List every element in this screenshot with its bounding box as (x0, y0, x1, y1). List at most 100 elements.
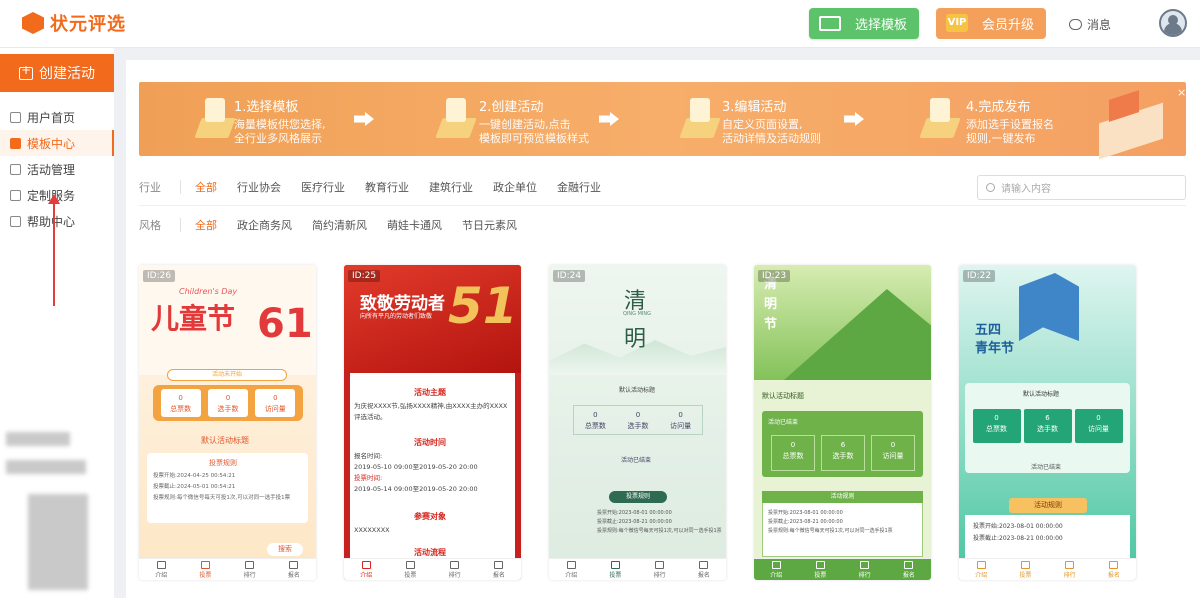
arrow-right-icon (354, 112, 374, 126)
template-card[interactable]: ID:26 Children's Day 儿童节 61 活动未开始 0 总票数 0… (139, 265, 316, 580)
step-desc: 添加选手设置报名 (966, 118, 1054, 131)
rules-text: 投票开始:2024-04-25 00:54:21 投票截止:2024-05-01… (153, 471, 307, 504)
step-2: 2.创建活动 一键创建活动,点击 模板即可预览模板样式 (479, 96, 589, 146)
sidebar-item-label: 模板中心 (27, 136, 76, 151)
select-template-step-icon (194, 92, 236, 142)
stat-label: 访问量 (670, 422, 692, 430)
tab-intro: 介绍 (975, 561, 987, 579)
filter-option[interactable]: 全部 (195, 179, 217, 195)
step-4: 4.完成发布 添加选手设置报名 规则,一键发布 (966, 96, 1054, 146)
folder-icon (10, 137, 21, 149)
vip-upgrade-button[interactable]: VIP 会员升级 (936, 8, 1046, 39)
select-template-label: 选择模板 (854, 18, 907, 33)
template-icon (819, 16, 841, 31)
rules-text: 投票开始:2023-08-01 00:00:00 投票截止:2023-08-21… (768, 509, 918, 536)
filter-option[interactable]: 行业协会 (237, 179, 281, 195)
template-card[interactable]: ID:25 致敬劳动者 向所有平凡的劳动者们致敬 51 活动主题 为庆祝XXXX… (344, 265, 521, 580)
section-title: 活动时间 (414, 438, 446, 447)
text-line: 2019-05-14 09:00至2019-05-20 20:00 (354, 485, 478, 493)
stat-value: 0 (1096, 414, 1101, 422)
text-line: 2019-05-10 09:00至2019-05-20 20:00 (354, 463, 478, 471)
filter-option[interactable]: 政企单位 (493, 179, 537, 195)
tab-signup: 报名 (288, 561, 300, 579)
stat-value: 0 (635, 411, 641, 419)
blurred-content (6, 432, 70, 446)
card-tabbar: 介绍 投票 排行 报名 (139, 558, 316, 580)
card-subtitle: Children's Day (179, 287, 238, 296)
step-desc: 海量模板供您选择, (234, 118, 326, 131)
step-title: 3.编辑活动 (722, 100, 787, 115)
rule-line: 投票开始:2023-08-01 00:00:00 (973, 523, 1063, 530)
tab-signup: 报名 (493, 561, 505, 579)
select-template-button[interactable]: 选择模板 (809, 8, 919, 39)
template-card[interactable]: ID:23 清 明 节 默认活动标题 活动已结束 0 总票数 6 选手数 0 访问量 … (754, 265, 931, 580)
card-pinyin: QING MING (623, 311, 652, 317)
step-desc: 一键创建活动,点击 (479, 118, 571, 131)
filter-label: 行业 (139, 180, 161, 194)
template-id: ID:24 (553, 270, 586, 282)
card-tabbar: 介绍 投票 排行 报名 (959, 558, 1136, 580)
rule-line: 投票截止:2023-08-21 00:00:00 (597, 519, 672, 525)
tab-vote: 投票 (1019, 561, 1031, 579)
avatar[interactable] (1159, 9, 1187, 37)
tab-intro: 介绍 (565, 561, 577, 579)
section-title: 活动主题 (414, 388, 446, 397)
rule-line: 投票规则:每个微信号每天可投1次,可以对同一选手投1票 (597, 528, 722, 534)
stat-value: 0 (994, 414, 999, 422)
message-icon (1069, 19, 1082, 30)
stat-label: 总票数 (986, 425, 1007, 433)
filter-option[interactable]: 节日元素风 (462, 217, 517, 233)
logo-icon (22, 12, 44, 34)
card-big-number: 61 (257, 301, 313, 347)
tab-vote: 投票 (199, 561, 211, 579)
filter-label: 风格 (139, 219, 161, 232)
filter-option[interactable]: 教育行业 (365, 179, 409, 195)
sidebar-item-home[interactable]: 用户首页 (0, 104, 114, 130)
card-title: 儿童节 (151, 302, 236, 335)
filter-option[interactable]: 建筑行业 (429, 179, 473, 195)
tab-intro: 介绍 (155, 561, 167, 579)
template-card[interactable]: ID:22 五四 青年节 默认活动标题 0 总票数 6 选手数 0 访问量 活动已结束… (959, 265, 1136, 580)
sidebar-item-help[interactable]: 帮助中心 (0, 208, 114, 234)
filter-option[interactable]: 简约清新风 (312, 217, 367, 233)
step-desc: 规则,一键发布 (966, 132, 1036, 145)
filter-option[interactable]: 政企商务风 (237, 217, 292, 233)
stat-value: 6 (1045, 414, 1050, 422)
rules-text: 投票开始:2023-08-01 00:00:00 投票截止:2023-08-21… (973, 521, 1123, 545)
sidebar-item-templates[interactable]: 模板中心 (0, 130, 114, 156)
rule-line: 投票开始:2023-08-01 00:00:00 (597, 510, 672, 516)
card-title: 明 (624, 327, 647, 352)
search-button[interactable]: 搜索 (267, 543, 303, 556)
steps-banner: × 1.选择模板 海量模板供您选择, 全行业多风格展示 2.创建活动 一键创建活… (139, 82, 1186, 160)
close-icon[interactable]: × (1177, 86, 1186, 99)
section-text: 为庆祝XXXX节,弘扬XXXX精神,由XXXX主办的XXXX评选活动。 (354, 402, 508, 421)
stats-panel: 0 总票数 6 选手数 0 访问量 (768, 435, 918, 471)
messages-link[interactable]: 消息 (1069, 16, 1111, 33)
tab-signup: 报名 (1108, 561, 1120, 579)
template-id: ID:22 (963, 270, 996, 282)
template-card[interactable]: ID:24 清 QING MING 明 默认活动标题 0 总票数 0 选手数 0 访问… (549, 265, 726, 580)
card-tabbar: 介绍 投票 排行 报名 (549, 558, 726, 580)
plus-icon (19, 63, 33, 80)
sidebar-item-label: 用户首页 (27, 110, 76, 125)
filter-option[interactable]: 医疗行业 (301, 179, 345, 195)
sidebar-item-activities[interactable]: 活动管理 (0, 156, 114, 182)
activity-title: 默认活动标题 (762, 392, 804, 400)
stat-label: 选手数 (832, 452, 854, 460)
create-activity-button[interactable]: 创建活动 (0, 54, 114, 92)
search-input[interactable]: 请输入内容 (977, 175, 1186, 200)
step-desc: 全行业多风格展示 (234, 132, 322, 145)
rules-title: 活动规则 (762, 491, 923, 503)
filter-option[interactable]: 全部 (195, 217, 217, 233)
section-title: 活动流程 (414, 548, 446, 557)
publish-step-icon (919, 92, 961, 142)
logo[interactable]: 状元评选 (22, 10, 126, 36)
tab-vote: 投票 (814, 561, 826, 579)
rules-title: 投票规则 (209, 459, 237, 467)
search-icon (986, 183, 995, 192)
tab-rank: 排行 (1064, 561, 1076, 579)
stat-value: 6 (840, 441, 846, 449)
filter-option[interactable]: 金融行业 (557, 179, 601, 195)
filter-option[interactable]: 萌娃卡通风 (387, 217, 442, 233)
activity-title: 默认活动标题 (201, 436, 249, 445)
